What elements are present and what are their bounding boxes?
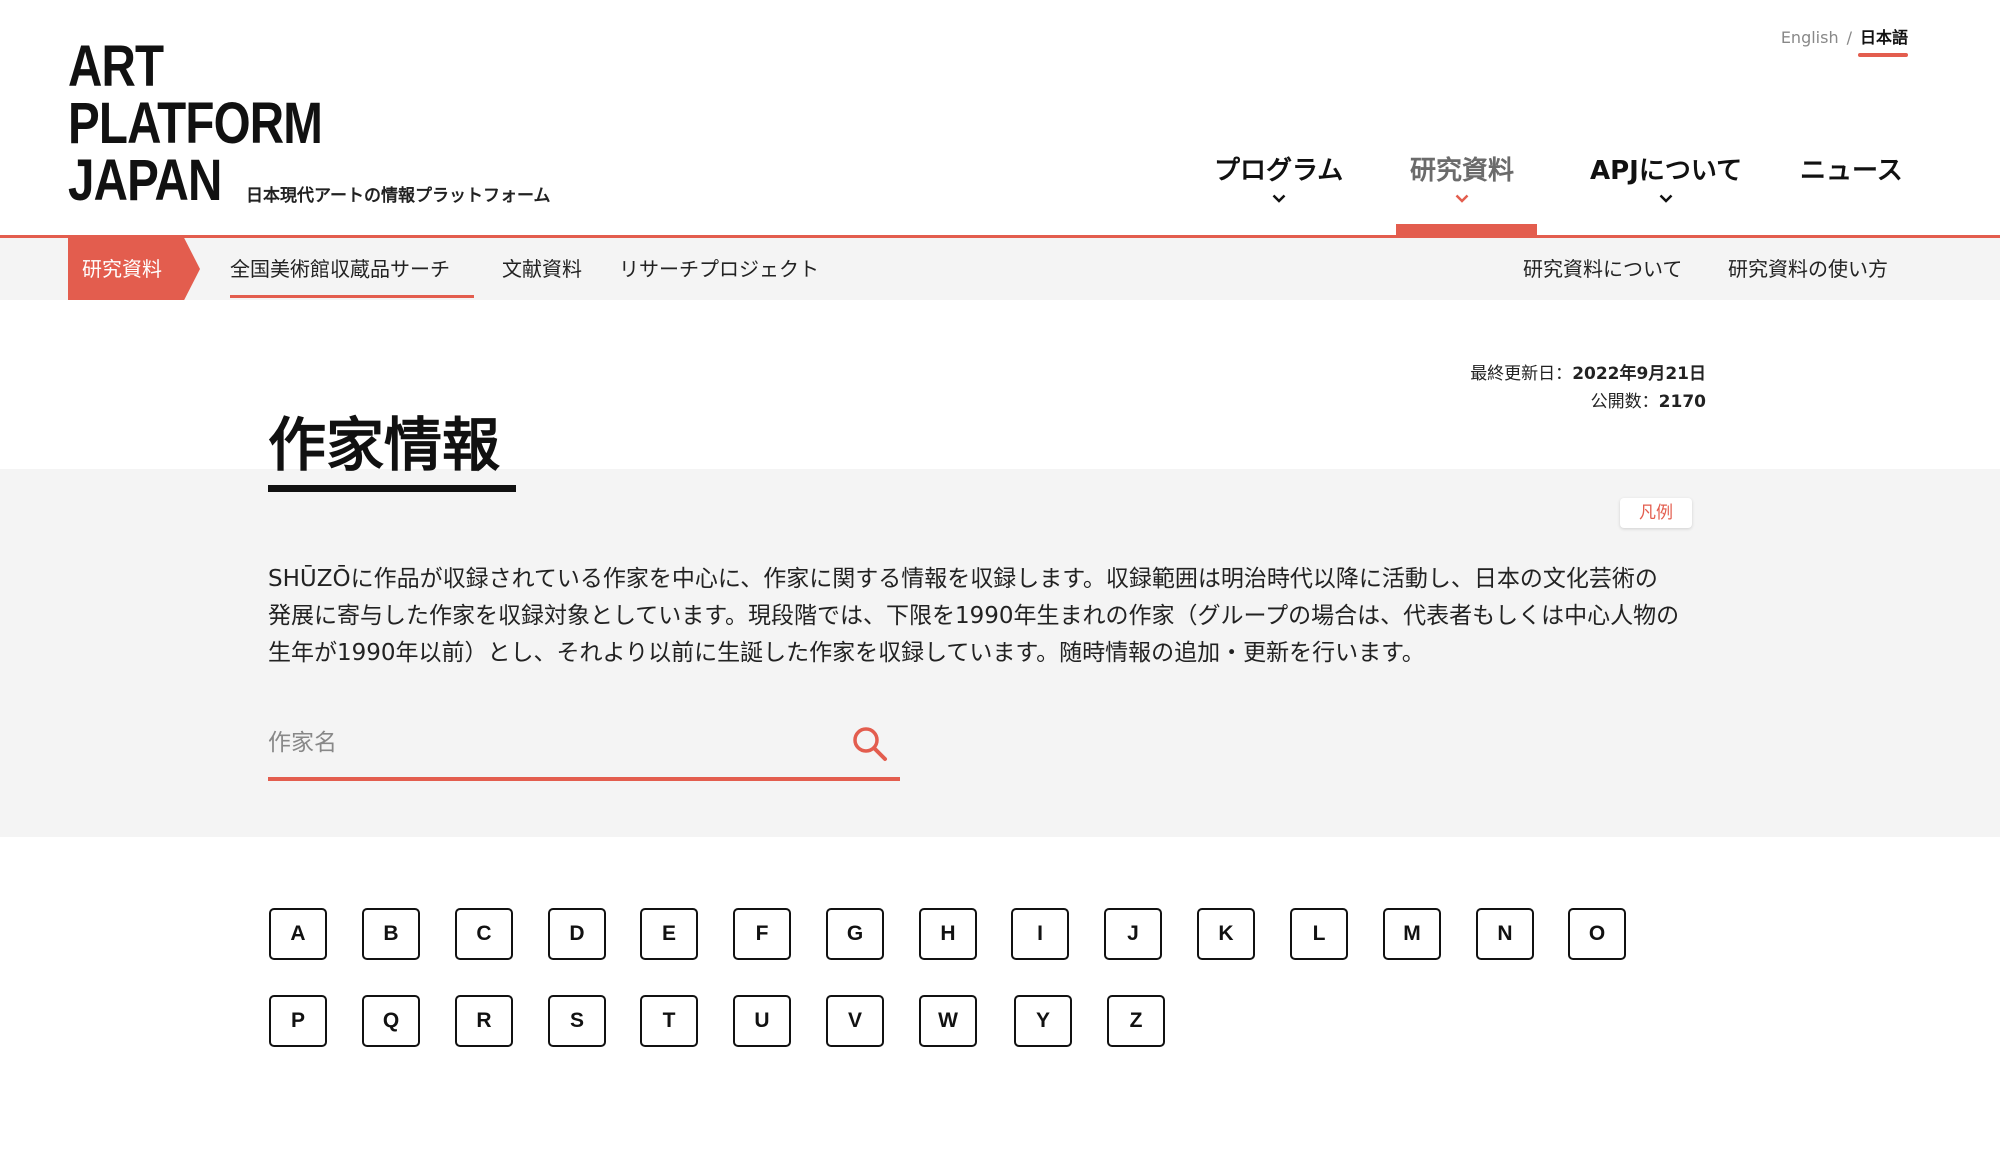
- nav-about-apj-label: APJについて: [1590, 156, 1743, 186]
- lang-separator: /: [1846, 28, 1852, 47]
- lang-active-underline: [1858, 53, 1908, 57]
- lang-english-link[interactable]: English: [1781, 28, 1839, 47]
- letter-button-l[interactable]: L: [1290, 908, 1348, 960]
- nav-program-label: プログラム: [1214, 156, 1344, 186]
- letter-button-a[interactable]: A: [269, 908, 327, 960]
- subnav-documents[interactable]: 文献資料: [502, 238, 582, 300]
- nav-news[interactable]: ニュース: [1800, 150, 1903, 236]
- title-underline: [268, 485, 516, 492]
- page-description: SHŪZŌに作品が収録されている作家を中心に、作家に関する情報を収録します。収録…: [268, 561, 1708, 672]
- letter-button-o[interactable]: O: [1568, 908, 1626, 960]
- search-icon[interactable]: [850, 724, 890, 764]
- logo-line-1[interactable]: ART: [68, 38, 363, 96]
- letter-button-v[interactable]: V: [826, 995, 884, 1047]
- logo-line-2[interactable]: PLATFORM: [68, 95, 363, 153]
- subnav-about-research[interactable]: 研究資料について: [1523, 238, 1682, 300]
- letter-button-f[interactable]: F: [733, 908, 791, 960]
- letter-button-r[interactable]: R: [455, 995, 513, 1047]
- letter-button-q[interactable]: Q: [362, 995, 420, 1047]
- letter-button-k[interactable]: K: [1197, 908, 1255, 960]
- artist-search-input[interactable]: [268, 718, 828, 768]
- letter-button-p[interactable]: P: [269, 995, 327, 1047]
- lang-japanese-link[interactable]: 日本語: [1860, 28, 1908, 47]
- subnav-research-project[interactable]: リサーチプロジェクト: [619, 238, 819, 300]
- site-tagline: 日本現代アートの情報プラットフォーム: [246, 186, 551, 206]
- last-updated-value: 2022年9月21日: [1572, 364, 1706, 384]
- language-switch: English / 日本語: [1781, 24, 1908, 48]
- letter-button-e[interactable]: E: [640, 908, 698, 960]
- nav-news-label: ニュース: [1800, 156, 1903, 186]
- page-title: 作家情報: [268, 411, 501, 479]
- chevron-down-icon: [1272, 191, 1286, 207]
- letter-button-s[interactable]: S: [548, 995, 606, 1047]
- letter-button-j[interactable]: J: [1104, 908, 1162, 960]
- published-count: 公開数：2170: [1591, 387, 1706, 412]
- letter-button-m[interactable]: M: [1383, 908, 1441, 960]
- chevron-down-icon: [1455, 191, 1469, 207]
- description-line: 発展に寄与した作家を収録対象としています。現段階では、下限を1990年生まれの作…: [268, 603, 1680, 629]
- subnav-collection-search[interactable]: 全国美術館収蔵品サーチ: [230, 238, 450, 300]
- letter-button-c[interactable]: C: [455, 908, 513, 960]
- letter-button-b[interactable]: B: [362, 908, 420, 960]
- published-count-label: 公開数：: [1590, 392, 1659, 412]
- section-tag[interactable]: 研究資料: [68, 238, 200, 300]
- letter-button-n[interactable]: N: [1476, 908, 1534, 960]
- letter-button-h[interactable]: H: [919, 908, 977, 960]
- subnav-how-to-use[interactable]: 研究資料の使い方: [1728, 238, 1888, 300]
- nav-research-label: 研究資料: [1410, 156, 1515, 186]
- last-updated-label: 最終更新日：: [1470, 364, 1573, 384]
- subnav-active-underline: [230, 295, 474, 298]
- nav-program[interactable]: プログラム: [1214, 150, 1343, 236]
- chevron-down-icon: [1659, 191, 1673, 207]
- letter-button-u[interactable]: U: [733, 995, 791, 1047]
- description-line: 生年が1990年以前）とし、それより以前に生誕した作家を収録しています。随時情報…: [268, 640, 1425, 666]
- letter-button-w[interactable]: W: [919, 995, 977, 1047]
- nav-about-apj[interactable]: APJについて: [1590, 150, 1742, 236]
- letter-button-i[interactable]: I: [1011, 908, 1069, 960]
- letter-button-g[interactable]: G: [826, 908, 884, 960]
- letter-button-d[interactable]: D: [548, 908, 606, 960]
- letter-button-z[interactable]: Z: [1107, 995, 1165, 1047]
- letter-button-t[interactable]: T: [640, 995, 698, 1047]
- artist-search: [268, 718, 900, 782]
- search-underline: [268, 777, 900, 781]
- letter-button-y[interactable]: Y: [1014, 995, 1072, 1047]
- published-count-value: 2170: [1658, 392, 1706, 412]
- description-line: SHŪZŌに作品が収録されている作家を中心に、作家に関する情報を収録します。収録…: [268, 566, 1658, 592]
- legend-button[interactable]: 凡例: [1620, 498, 1692, 528]
- last-updated: 最終更新日：2022年9月21日: [1470, 359, 1706, 384]
- sub-navigation: 研究資料 全国美術館収蔵品サーチ 文献資料 リサーチプロジェクト 研究資料につい…: [0, 238, 2000, 300]
